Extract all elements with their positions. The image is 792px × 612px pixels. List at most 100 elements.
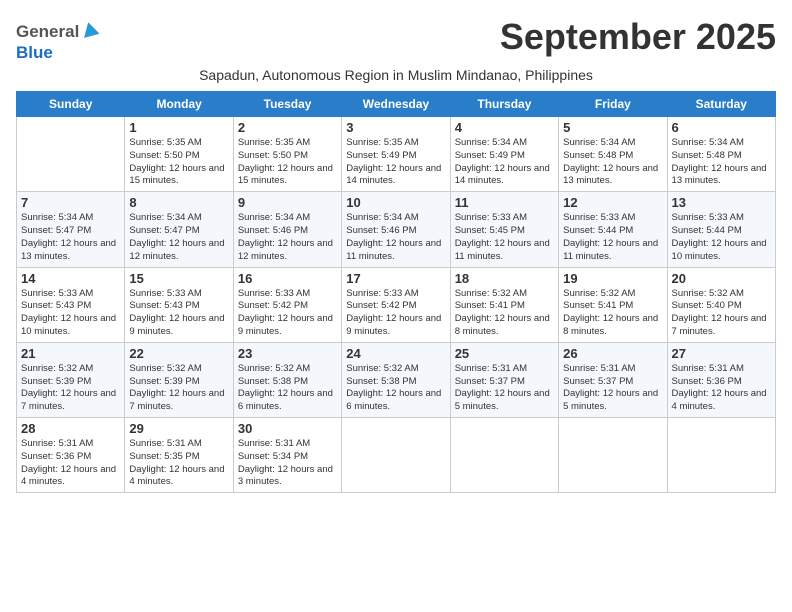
col-header-friday: Friday: [559, 92, 667, 117]
day-info: Sunrise: 5:34 AM Sunset: 5:46 PM Dayligh…: [238, 212, 337, 263]
day-number: 17: [346, 271, 445, 286]
day-info: Sunrise: 5:31 AM Sunset: 5:36 PM Dayligh…: [672, 363, 771, 414]
day-info: Sunrise: 5:35 AM Sunset: 5:49 PM Dayligh…: [346, 137, 445, 188]
day-number: 16: [238, 271, 337, 286]
calendar-cell: 13Sunrise: 5:33 AM Sunset: 5:44 PM Dayli…: [667, 192, 775, 267]
day-info: Sunrise: 5:31 AM Sunset: 5:37 PM Dayligh…: [563, 363, 662, 414]
calendar-cell: 1Sunrise: 5:35 AM Sunset: 5:50 PM Daylig…: [125, 117, 233, 192]
calendar-cell: [450, 418, 558, 493]
col-header-sunday: Sunday: [17, 92, 125, 117]
day-number: 14: [21, 271, 120, 286]
calendar-cell: 28 Sunrise: 5:31 AM Sunset: 5:36 PM Dayli…: [17, 418, 125, 493]
calendar-cell: 6Sunrise: 5:34 AM Sunset: 5:48 PM Daylig…: [667, 117, 775, 192]
day-info: Sunrise: 5:32 AM Sunset: 5:38 PM Dayligh…: [238, 363, 337, 414]
week-row-2: 14 Sunrise: 5:33 AM Sunset: 5:43 PM Dayli…: [17, 267, 776, 342]
day-number: 3: [346, 120, 445, 135]
calendar-cell: 5 Sunrise: 5:34 AM Sunset: 5:48 PM Daylig…: [559, 117, 667, 192]
calendar-cell: 17 Sunrise: 5:33 AM Sunset: 5:42 PM Dayli…: [342, 267, 450, 342]
calendar-cell: 11 Sunrise: 5:33 AM Sunset: 5:45 PM Dayli…: [450, 192, 558, 267]
day-number: 19: [563, 271, 662, 286]
logo-general: General: [16, 22, 79, 42]
day-number: 10: [346, 195, 445, 210]
calendar-cell: 8 Sunrise: 5:34 AM Sunset: 5:47 PM Daylig…: [125, 192, 233, 267]
day-info: Sunrise: 5:33 AM Sunset: 5:44 PM Dayligh…: [563, 212, 662, 263]
day-info: Sunrise: 5:33 AM Sunset: 5:43 PM Dayligh…: [21, 288, 120, 339]
day-number: 18: [455, 271, 554, 286]
day-number: 26: [563, 346, 662, 361]
day-number: 20: [672, 271, 771, 286]
day-number: 22: [129, 346, 228, 361]
calendar-cell: 21Sunrise: 5:32 AM Sunset: 5:39 PM Dayli…: [17, 342, 125, 417]
calendar-cell: 25 Sunrise: 5:31 AM Sunset: 5:37 PM Dayli…: [450, 342, 558, 417]
day-info: Sunrise: 5:34 AM Sunset: 5:48 PM Dayligh…: [563, 137, 662, 188]
calendar-cell: 15 Sunrise: 5:33 AM Sunset: 5:43 PM Dayli…: [125, 267, 233, 342]
day-number: 8: [129, 195, 228, 210]
calendar-cell: 3 Sunrise: 5:35 AM Sunset: 5:49 PM Daylig…: [342, 117, 450, 192]
day-number: 27: [672, 346, 771, 361]
calendar-cell: 29 Sunrise: 5:31 AM Sunset: 5:35 PM Dayli…: [125, 418, 233, 493]
calendar-cell: 7 Sunrise: 5:34 AM Sunset: 5:47 PM Daylig…: [17, 192, 125, 267]
calendar-cell: 4Sunrise: 5:34 AM Sunset: 5:49 PM Daylig…: [450, 117, 558, 192]
day-info: Sunrise: 5:35 AM Sunset: 5:50 PM Dayligh…: [238, 137, 337, 188]
day-number: 4: [455, 120, 554, 135]
day-number: 2: [238, 120, 337, 135]
day-info: Sunrise: 5:31 AM Sunset: 5:35 PM Dayligh…: [129, 438, 228, 489]
calendar-cell: 2 Sunrise: 5:35 AM Sunset: 5:50 PM Daylig…: [233, 117, 341, 192]
day-number: 11: [455, 195, 554, 210]
calendar-cell: [559, 418, 667, 493]
day-info: Sunrise: 5:33 AM Sunset: 5:44 PM Dayligh…: [672, 212, 771, 263]
calendar-cell: 10Sunrise: 5:34 AM Sunset: 5:46 PM Dayli…: [342, 192, 450, 267]
calendar-cell: 20 Sunrise: 5:32 AM Sunset: 5:40 PM Dayli…: [667, 267, 775, 342]
logo-blue: Blue: [16, 43, 53, 62]
day-info: Sunrise: 5:31 AM Sunset: 5:36 PM Dayligh…: [21, 438, 120, 489]
day-number: 6: [672, 120, 771, 135]
col-header-thursday: Thursday: [450, 92, 558, 117]
calendar-cell: 16 Sunrise: 5:33 AM Sunset: 5:42 PM Dayli…: [233, 267, 341, 342]
day-info: Sunrise: 5:32 AM Sunset: 5:41 PM Dayligh…: [563, 288, 662, 339]
day-number: 1: [129, 120, 228, 135]
day-info: Sunrise: 5:31 AM Sunset: 5:37 PM Dayligh…: [455, 363, 554, 414]
header-row: SundayMondayTuesdayWednesdayThursdayFrid…: [17, 92, 776, 117]
day-number: 5: [563, 120, 662, 135]
col-header-monday: Monday: [125, 92, 233, 117]
day-number: 24: [346, 346, 445, 361]
day-number: 12: [563, 195, 662, 210]
day-info: Sunrise: 5:33 AM Sunset: 5:42 PM Dayligh…: [346, 288, 445, 339]
day-info: Sunrise: 5:32 AM Sunset: 5:39 PM Dayligh…: [129, 363, 228, 414]
day-info: Sunrise: 5:34 AM Sunset: 5:47 PM Dayligh…: [21, 212, 120, 263]
col-header-wednesday: Wednesday: [342, 92, 450, 117]
day-info: Sunrise: 5:34 AM Sunset: 5:47 PM Dayligh…: [129, 212, 228, 263]
day-info: Sunrise: 5:32 AM Sunset: 5:41 PM Dayligh…: [455, 288, 554, 339]
calendar-table: SundayMondayTuesdayWednesdayThursdayFrid…: [16, 91, 776, 493]
week-row-1: 7 Sunrise: 5:34 AM Sunset: 5:47 PM Daylig…: [17, 192, 776, 267]
day-info: Sunrise: 5:33 AM Sunset: 5:45 PM Dayligh…: [455, 212, 554, 263]
logo: General Blue: [16, 20, 99, 63]
calendar-cell: 22 Sunrise: 5:32 AM Sunset: 5:39 PM Dayli…: [125, 342, 233, 417]
day-number: 7: [21, 195, 120, 210]
day-number: 15: [129, 271, 228, 286]
day-number: 9: [238, 195, 337, 210]
logo-icon: [81, 20, 99, 38]
calendar-cell: 9 Sunrise: 5:34 AM Sunset: 5:46 PM Daylig…: [233, 192, 341, 267]
calendar-cell: 30Sunrise: 5:31 AM Sunset: 5:34 PM Dayli…: [233, 418, 341, 493]
calendar-cell: 19 Sunrise: 5:32 AM Sunset: 5:41 PM Dayli…: [559, 267, 667, 342]
day-info: Sunrise: 5:32 AM Sunset: 5:38 PM Dayligh…: [346, 363, 445, 414]
calendar-cell: 23 Sunrise: 5:32 AM Sunset: 5:38 PM Dayli…: [233, 342, 341, 417]
day-number: 23: [238, 346, 337, 361]
day-number: 29: [129, 421, 228, 436]
day-number: 21: [21, 346, 120, 361]
month-title: September 2025: [500, 16, 776, 58]
calendar-cell: [667, 418, 775, 493]
col-header-saturday: Saturday: [667, 92, 775, 117]
day-number: 28: [21, 421, 120, 436]
day-number: 25: [455, 346, 554, 361]
day-info: Sunrise: 5:32 AM Sunset: 5:40 PM Dayligh…: [672, 288, 771, 339]
day-info: Sunrise: 5:33 AM Sunset: 5:42 PM Dayligh…: [238, 288, 337, 339]
day-info: Sunrise: 5:33 AM Sunset: 5:43 PM Dayligh…: [129, 288, 228, 339]
calendar-cell: 14 Sunrise: 5:33 AM Sunset: 5:43 PM Dayli…: [17, 267, 125, 342]
week-row-3: 21 Sunrise: 5:32 AM Sunset: 5:39 PM Dayli…: [17, 342, 776, 417]
header: General Blue September 2025: [16, 16, 776, 63]
calendar-cell: 27 Sunrise: 5:31 AM Sunset: 5:36 PM Dayli…: [667, 342, 775, 417]
calendar-cell: [342, 418, 450, 493]
calendar-cell: 18 Sunrise: 5:32 AM Sunset: 5:41 PM Dayli…: [450, 267, 558, 342]
